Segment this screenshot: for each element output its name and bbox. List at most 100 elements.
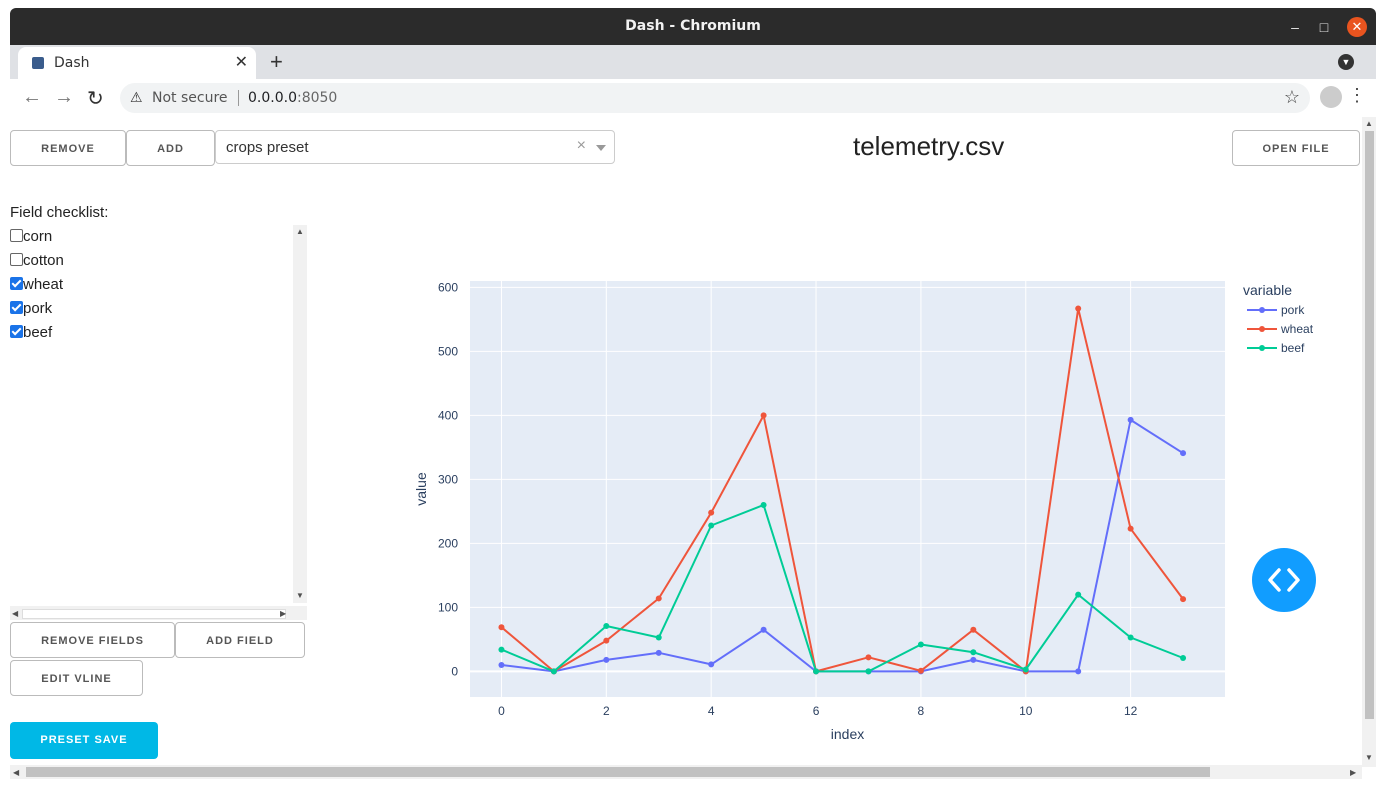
- checkbox[interactable]: [10, 229, 23, 242]
- tab-close-icon[interactable]: ✕: [235, 52, 248, 72]
- code-icon: [1268, 568, 1300, 592]
- checklist-label-beef: beef: [23, 324, 53, 341]
- tab-title: Dash: [54, 55, 90, 71]
- data-point-wheat: [498, 624, 505, 631]
- y-tick-label: 500: [438, 344, 458, 358]
- scroll-down-icon[interactable]: ▼: [296, 591, 304, 600]
- x-tick-label: 8: [918, 704, 925, 718]
- preset-save-button[interactable]: PRESET SAVE: [10, 722, 158, 759]
- window-title: Dash - Chromium: [625, 18, 761, 34]
- tab-search-icon[interactable]: ▼: [1338, 54, 1354, 70]
- clear-icon[interactable]: ×: [577, 137, 586, 155]
- remove-button[interactable]: REMOVE: [10, 130, 126, 166]
- scrollbar-thumb[interactable]: [26, 767, 1210, 777]
- scroll-left-icon[interactable]: ◀: [13, 768, 19, 777]
- x-axis-label: index: [831, 726, 864, 742]
- tab-strip: Dash ✕ + ▼: [10, 45, 1376, 79]
- scrollbar-thumb[interactable]: [22, 609, 286, 619]
- add-field-button[interactable]: ADD FIELD: [175, 622, 305, 658]
- preset-dropdown[interactable]: crops preset ×: [215, 130, 615, 164]
- security-label: Not secure: [152, 90, 228, 106]
- data-point-wheat: [1127, 525, 1134, 532]
- y-tick-label: 0: [451, 664, 458, 678]
- scrollbar-thumb[interactable]: [1365, 131, 1374, 719]
- checkbox-checked[interactable]: [10, 301, 23, 314]
- legend-title: variable: [1243, 282, 1292, 298]
- y-axis-label: value: [413, 472, 429, 506]
- data-point-wheat: [603, 637, 610, 644]
- data-point-pork: [1180, 450, 1187, 457]
- close-window-icon[interactable]: ✕: [1347, 17, 1367, 37]
- page-vertical-scrollbar[interactable]: ▲ ▼: [1362, 117, 1376, 767]
- add-button[interactable]: ADD: [126, 130, 215, 166]
- data-point-beef: [1075, 591, 1082, 598]
- data-point-pork: [1127, 416, 1134, 423]
- open-file-button[interactable]: OPEN FILE: [1232, 130, 1360, 166]
- menu-kebab-icon[interactable]: ⋮: [1348, 85, 1366, 106]
- scroll-right-icon[interactable]: ▶: [280, 609, 286, 618]
- checklist-vertical-scrollbar[interactable]: ▲ ▼: [293, 225, 307, 603]
- data-point-wheat: [760, 412, 767, 419]
- checklist-label-wheat: wheat: [23, 276, 64, 293]
- dash-favicon-icon: [32, 57, 44, 69]
- checkbox-checked[interactable]: [10, 277, 23, 290]
- x-tick-label: 10: [1019, 704, 1033, 718]
- legend-label-beef: beef: [1281, 341, 1305, 355]
- browser-tab[interactable]: Dash ✕: [18, 47, 256, 79]
- back-icon[interactable]: ←: [22, 86, 42, 109]
- data-point-wheat: [865, 654, 872, 661]
- data-point-pork: [498, 662, 505, 668]
- legend-marker-beef: [1259, 345, 1265, 351]
- data-point-pork: [603, 656, 610, 663]
- data-point-beef: [708, 522, 715, 529]
- x-tick-label: 0: [498, 704, 505, 718]
- data-point-pork: [708, 661, 715, 668]
- scroll-up-icon[interactable]: ▲: [1365, 119, 1373, 128]
- data-point-beef: [498, 646, 505, 653]
- checkbox[interactable]: [10, 253, 23, 266]
- x-tick-label: 12: [1124, 704, 1138, 718]
- file-name-heading: telemetry.csv: [853, 131, 1005, 161]
- checklist-item-beef[interactable]: beef: [10, 324, 52, 346]
- bookmark-star-icon[interactable]: ☆: [1284, 87, 1300, 108]
- chevron-down-icon[interactable]: [596, 145, 606, 151]
- checklist-item-wheat[interactable]: wheat: [10, 276, 63, 298]
- field-checklist: corn cotton wheat pork beef: [10, 225, 307, 611]
- new-tab-icon[interactable]: +: [270, 49, 283, 75]
- checklist-item-cotton[interactable]: cotton: [10, 252, 64, 274]
- remove-fields-button[interactable]: REMOVE FIELDS: [10, 622, 175, 658]
- scroll-down-icon[interactable]: ▼: [1365, 753, 1373, 762]
- checkbox-checked[interactable]: [10, 325, 23, 338]
- legend-label-wheat: wheat: [1280, 322, 1314, 336]
- scroll-up-icon[interactable]: ▲: [296, 227, 304, 236]
- data-point-pork: [655, 649, 662, 656]
- checklist-horizontal-scrollbar[interactable]: ◀ ▶: [10, 606, 307, 620]
- url-text[interactable]: 0.0.0.0:8050: [248, 90, 337, 106]
- edit-vline-button[interactable]: EDIT VLINE: [10, 660, 143, 696]
- legend-marker-wheat: [1259, 326, 1265, 332]
- forward-icon[interactable]: →: [54, 86, 74, 109]
- omnibox[interactable]: ⚠ Not secure 0.0.0.0:8050 ☆: [120, 83, 1310, 113]
- dash-devtools-button[interactable]: [1252, 548, 1316, 612]
- maximize-icon[interactable]: □: [1314, 17, 1334, 37]
- x-tick-label: 2: [603, 704, 610, 718]
- data-point-beef: [917, 641, 924, 648]
- profile-avatar-icon[interactable]: [1320, 86, 1342, 108]
- checklist-item-corn[interactable]: corn: [10, 228, 52, 250]
- data-point-wheat: [655, 595, 662, 602]
- warning-icon[interactable]: ⚠: [130, 89, 143, 106]
- data-point-beef: [550, 668, 557, 675]
- page-horizontal-scrollbar[interactable]: ◀ ▶: [10, 765, 1362, 779]
- data-point-beef: [760, 502, 767, 508]
- data-point-beef: [865, 668, 872, 675]
- reload-icon[interactable]: ↻: [87, 86, 104, 111]
- address-bar: ← → ↻ ⚠ Not secure 0.0.0.0:8050 ☆ ⋮: [10, 79, 1376, 118]
- field-checklist-label: Field checklist:: [10, 204, 109, 221]
- checklist-item-pork[interactable]: pork: [10, 300, 52, 322]
- data-point-beef: [655, 634, 662, 641]
- scroll-left-icon[interactable]: ◀: [12, 609, 18, 618]
- legend-label-pork: pork: [1281, 303, 1305, 317]
- scroll-right-icon[interactable]: ▶: [1350, 768, 1356, 777]
- minimize-icon[interactable]: –: [1285, 17, 1305, 37]
- data-point-pork: [1075, 668, 1082, 675]
